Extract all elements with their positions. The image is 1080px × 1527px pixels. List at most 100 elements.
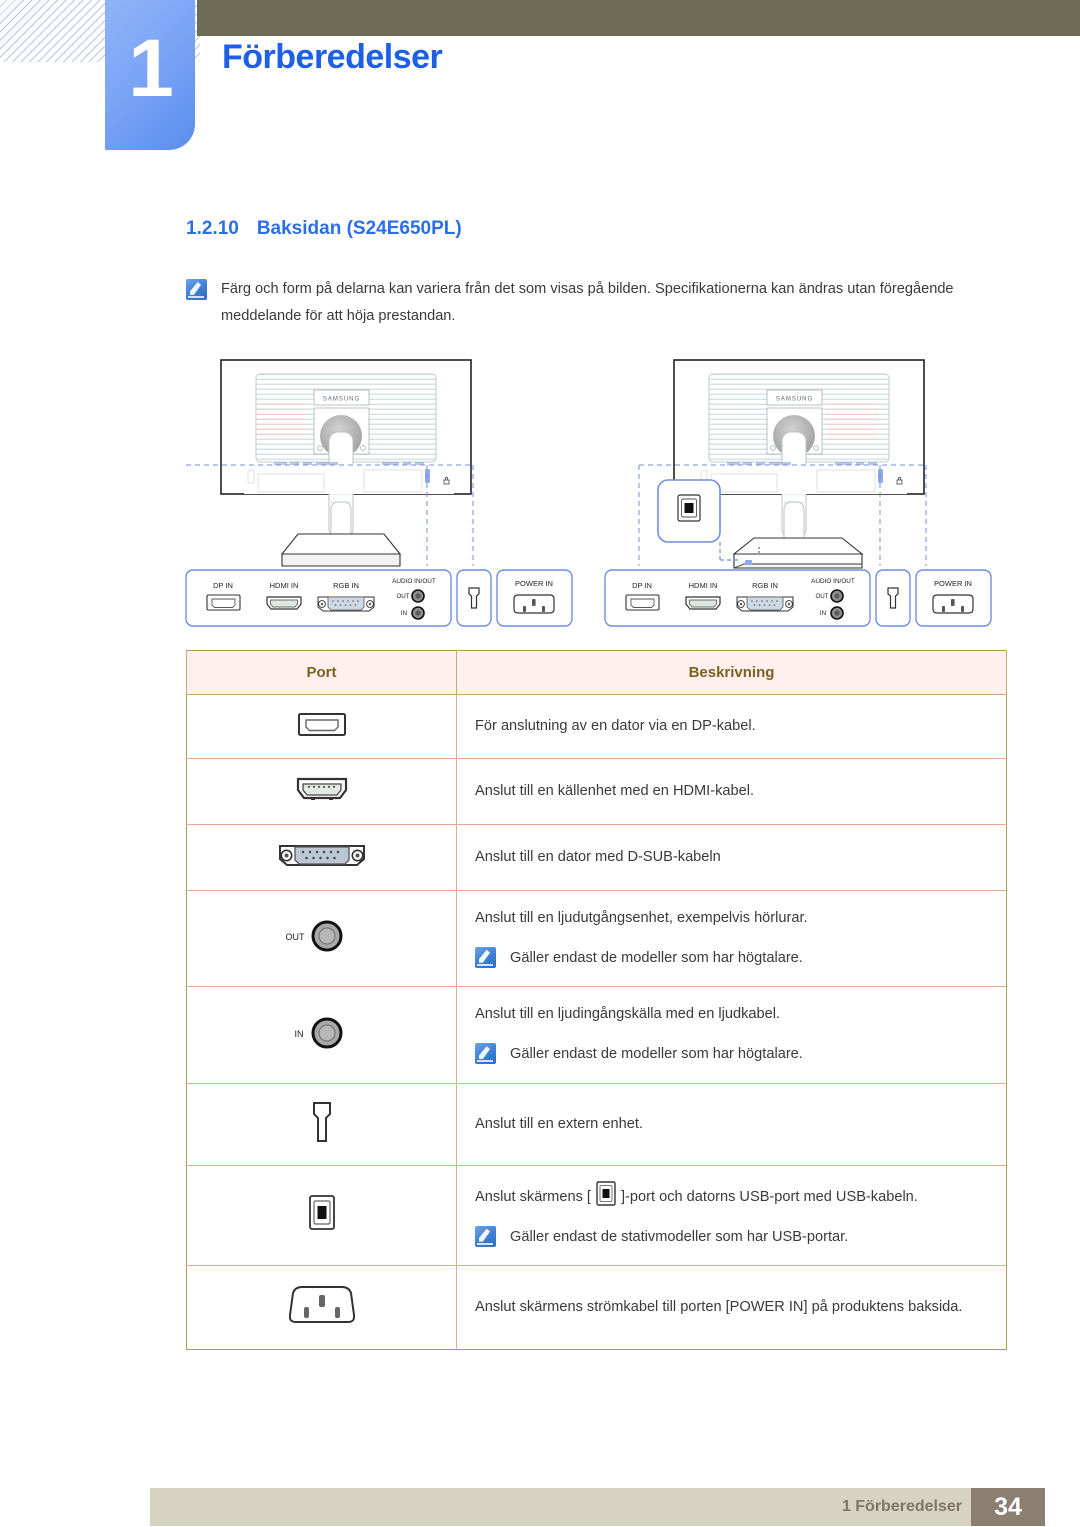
displayport-icon-callout-right	[625, 594, 660, 611]
section-title: Baksidan (S24E650PL)	[256, 218, 462, 239]
port-callouts-right: DP IN HDMI IN RGB IN AUDIO IN/OUT OUT IN…	[604, 569, 992, 627]
note-text: Färg och form på delarna kan variera frå…	[221, 281, 954, 324]
description-cell: Anslut skärmens [ ]-port och datorns USB-…	[456, 1164, 1007, 1267]
hdmi-icon-callout-right	[685, 596, 721, 610]
sub-note-text: Gäller endast de modeller som har högtal…	[510, 1046, 803, 1063]
table-header-row: Port Beskrivning	[186, 650, 1007, 695]
label-power-in: POWER IN	[515, 579, 553, 588]
table-row: IN Anslut till en ljudingångskälla med e…	[186, 986, 1007, 1084]
brand-label-left: SAMSUNG	[323, 397, 360, 403]
label-audio-inout: AUDIO IN/OUT	[392, 578, 436, 585]
description-cell: Anslut till en extern enhet.	[456, 1082, 1007, 1166]
table-row: Anslut skärmens strömkabel till porten […	[186, 1265, 1007, 1351]
power-in-socket-icon-callout	[513, 594, 555, 614]
table-row: Anslut till en extern enhet.	[186, 1082, 1007, 1166]
label-audio-inout-right: AUDIO IN/OUT	[811, 578, 855, 585]
description-text-before: Anslut skärmens [	[475, 1188, 591, 1205]
chapter-number: 1	[128, 23, 174, 114]
monitor-diagrams: SAMSUNG DP IN HDMI IN RGB IN AUDIO IN/OU…	[185, 352, 1006, 642]
audio-out-jack-icon-callout	[411, 589, 425, 603]
description-text: Anslut skärmens [ ]-port och datorns USB-…	[475, 1180, 992, 1212]
displayport-icon-callout	[206, 594, 241, 611]
label-power-in-right: POWER IN	[934, 579, 972, 588]
label-audio-out: OUT	[396, 593, 409, 600]
port-cell	[186, 1164, 457, 1267]
port-cell: IN	[186, 986, 457, 1084]
header-bar	[197, 0, 1080, 36]
description-text-after: ]-port och datorns USB-port med USB-kabe…	[620, 1188, 918, 1205]
section-heading: 1.2.10 Baksidan (S24E650PL)	[186, 218, 462, 240]
power-in-socket-icon-callout-right	[932, 594, 974, 614]
usb-b-inline-icon	[596, 1181, 616, 1206]
footer-label: 1 Förberedelser	[841, 1498, 962, 1515]
dsub-vga-icon-callout-right	[736, 596, 794, 612]
label-audio-in-right: IN	[820, 610, 826, 617]
audio-in-jack-icon-callout	[411, 606, 425, 620]
table-row: OUT Anslut till en ljudutgångsenhet, exe…	[186, 889, 1007, 988]
table-row: Anslut till en dator med D-SUB-kabeln	[186, 824, 1007, 891]
usb-b-port-icon-callout	[677, 494, 701, 522]
label-audio-in: IN	[401, 610, 407, 617]
description-cell: Anslut till en ljudingångskälla med en l…	[456, 986, 1007, 1084]
table-row: Anslut skärmens [ ]-port och datorns USB-…	[186, 1164, 1007, 1267]
description-cell: Anslut till en dator med D-SUB-kabeln	[456, 824, 1007, 891]
chapter-badge: 1	[105, 0, 195, 150]
description-text: Anslut till en ljudingångskälla med en l…	[475, 1006, 781, 1023]
monitor-diagram-right: SAMSUNG DP IN HDMI IN RGB IN AUDIO IN/OU…	[596, 352, 1006, 647]
note-pen-icon	[475, 946, 496, 968]
audio-in-label: IN	[294, 1029, 303, 1039]
port-cell	[186, 694, 457, 759]
port-cell: OUT	[186, 889, 457, 988]
table-row: För anslutning av en dator via en DP-kab…	[186, 694, 1007, 759]
brand-label-right: SAMSUNG	[776, 397, 813, 403]
hdmi-icon	[296, 777, 347, 800]
audio-out-label: OUT	[285, 932, 305, 942]
column-header-port: Port	[186, 650, 457, 695]
port-cell	[186, 1082, 457, 1166]
audio-out-jack-icon-callout-right	[830, 589, 844, 603]
column-header-description: Beskrivning	[456, 650, 1007, 695]
displayport-icon	[297, 713, 346, 736]
audio-in-jack-icon-callout-right	[830, 606, 844, 620]
label-hdmi-in: HDMI IN	[270, 581, 299, 590]
table-row: Anslut till en källenhet med en HDMI-kab…	[186, 758, 1007, 825]
note-pen-icon	[475, 1043, 496, 1065]
sub-note-text: Gäller endast de stativmodeller som har …	[510, 1228, 849, 1245]
external-device-port-icon	[312, 1101, 331, 1142]
description-cell: Anslut till en ljudutgångsenhet, exempel…	[456, 889, 1007, 988]
label-rgb-in-right: RGB IN	[752, 581, 778, 590]
description-cell: För anslutning av en dator via en DP-kab…	[456, 694, 1007, 759]
description-cell: Anslut skärmens strömkabel till porten […	[456, 1265, 1007, 1351]
description-cell: Anslut till en källenhet med en HDMI-kab…	[456, 758, 1007, 825]
dsub-vga-icon	[278, 845, 365, 866]
note-pen-icon	[186, 279, 207, 300]
manual-page: 1 Förberedelser 1.2.10 Baksidan (S24E650P…	[0, 0, 1080, 1527]
sub-note-text: Gäller endast de modeller som har högtal…	[510, 949, 803, 966]
sub-note: Gäller endast de modeller som har högtal…	[475, 945, 992, 973]
power-in-socket-icon	[288, 1286, 355, 1324]
port-cell	[186, 1265, 457, 1351]
label-dp-in: DP IN	[213, 581, 233, 590]
section-number: 1.2.10	[186, 218, 239, 239]
label-audio-out-right: OUT	[815, 593, 828, 600]
usb-b-upstream-icon	[308, 1195, 335, 1230]
port-cell	[186, 758, 457, 825]
label-hdmi-in-right: HDMI IN	[689, 581, 718, 590]
monitor-diagram-left: SAMSUNG DP IN HDMI IN RGB IN AUDIO IN/OU…	[185, 352, 586, 647]
audio-in-jack-icon: IN	[294, 1017, 342, 1049]
audio-out-jack-icon: OUT	[285, 920, 342, 952]
sub-note: Gäller endast de stativmodeller som har …	[475, 1224, 992, 1252]
note-block: Färg och form på delarna kan variera frå…	[186, 276, 1006, 330]
port-description-table: Port Beskrivning För anslutning av en da…	[186, 650, 1007, 1351]
note-pen-icon	[475, 1225, 496, 1247]
description-text: Anslut till en ljudutgångsenhet, exempel…	[475, 910, 808, 926]
sub-note: Gäller endast de modeller som har högtal…	[475, 1041, 992, 1069]
label-dp-in-right: DP IN	[632, 581, 652, 590]
hdmi-icon-callout	[266, 596, 302, 610]
chapter-title: Förberedelser	[222, 38, 443, 76]
page-number-badge: 34	[971, 1488, 1045, 1526]
label-rgb-in: RGB IN	[333, 581, 359, 590]
port-cell	[186, 824, 457, 891]
dsub-vga-icon-callout	[317, 596, 375, 612]
port-callouts-left: DP IN HDMI IN RGB IN AUDIO IN/OUT OUT IN…	[185, 569, 573, 627]
